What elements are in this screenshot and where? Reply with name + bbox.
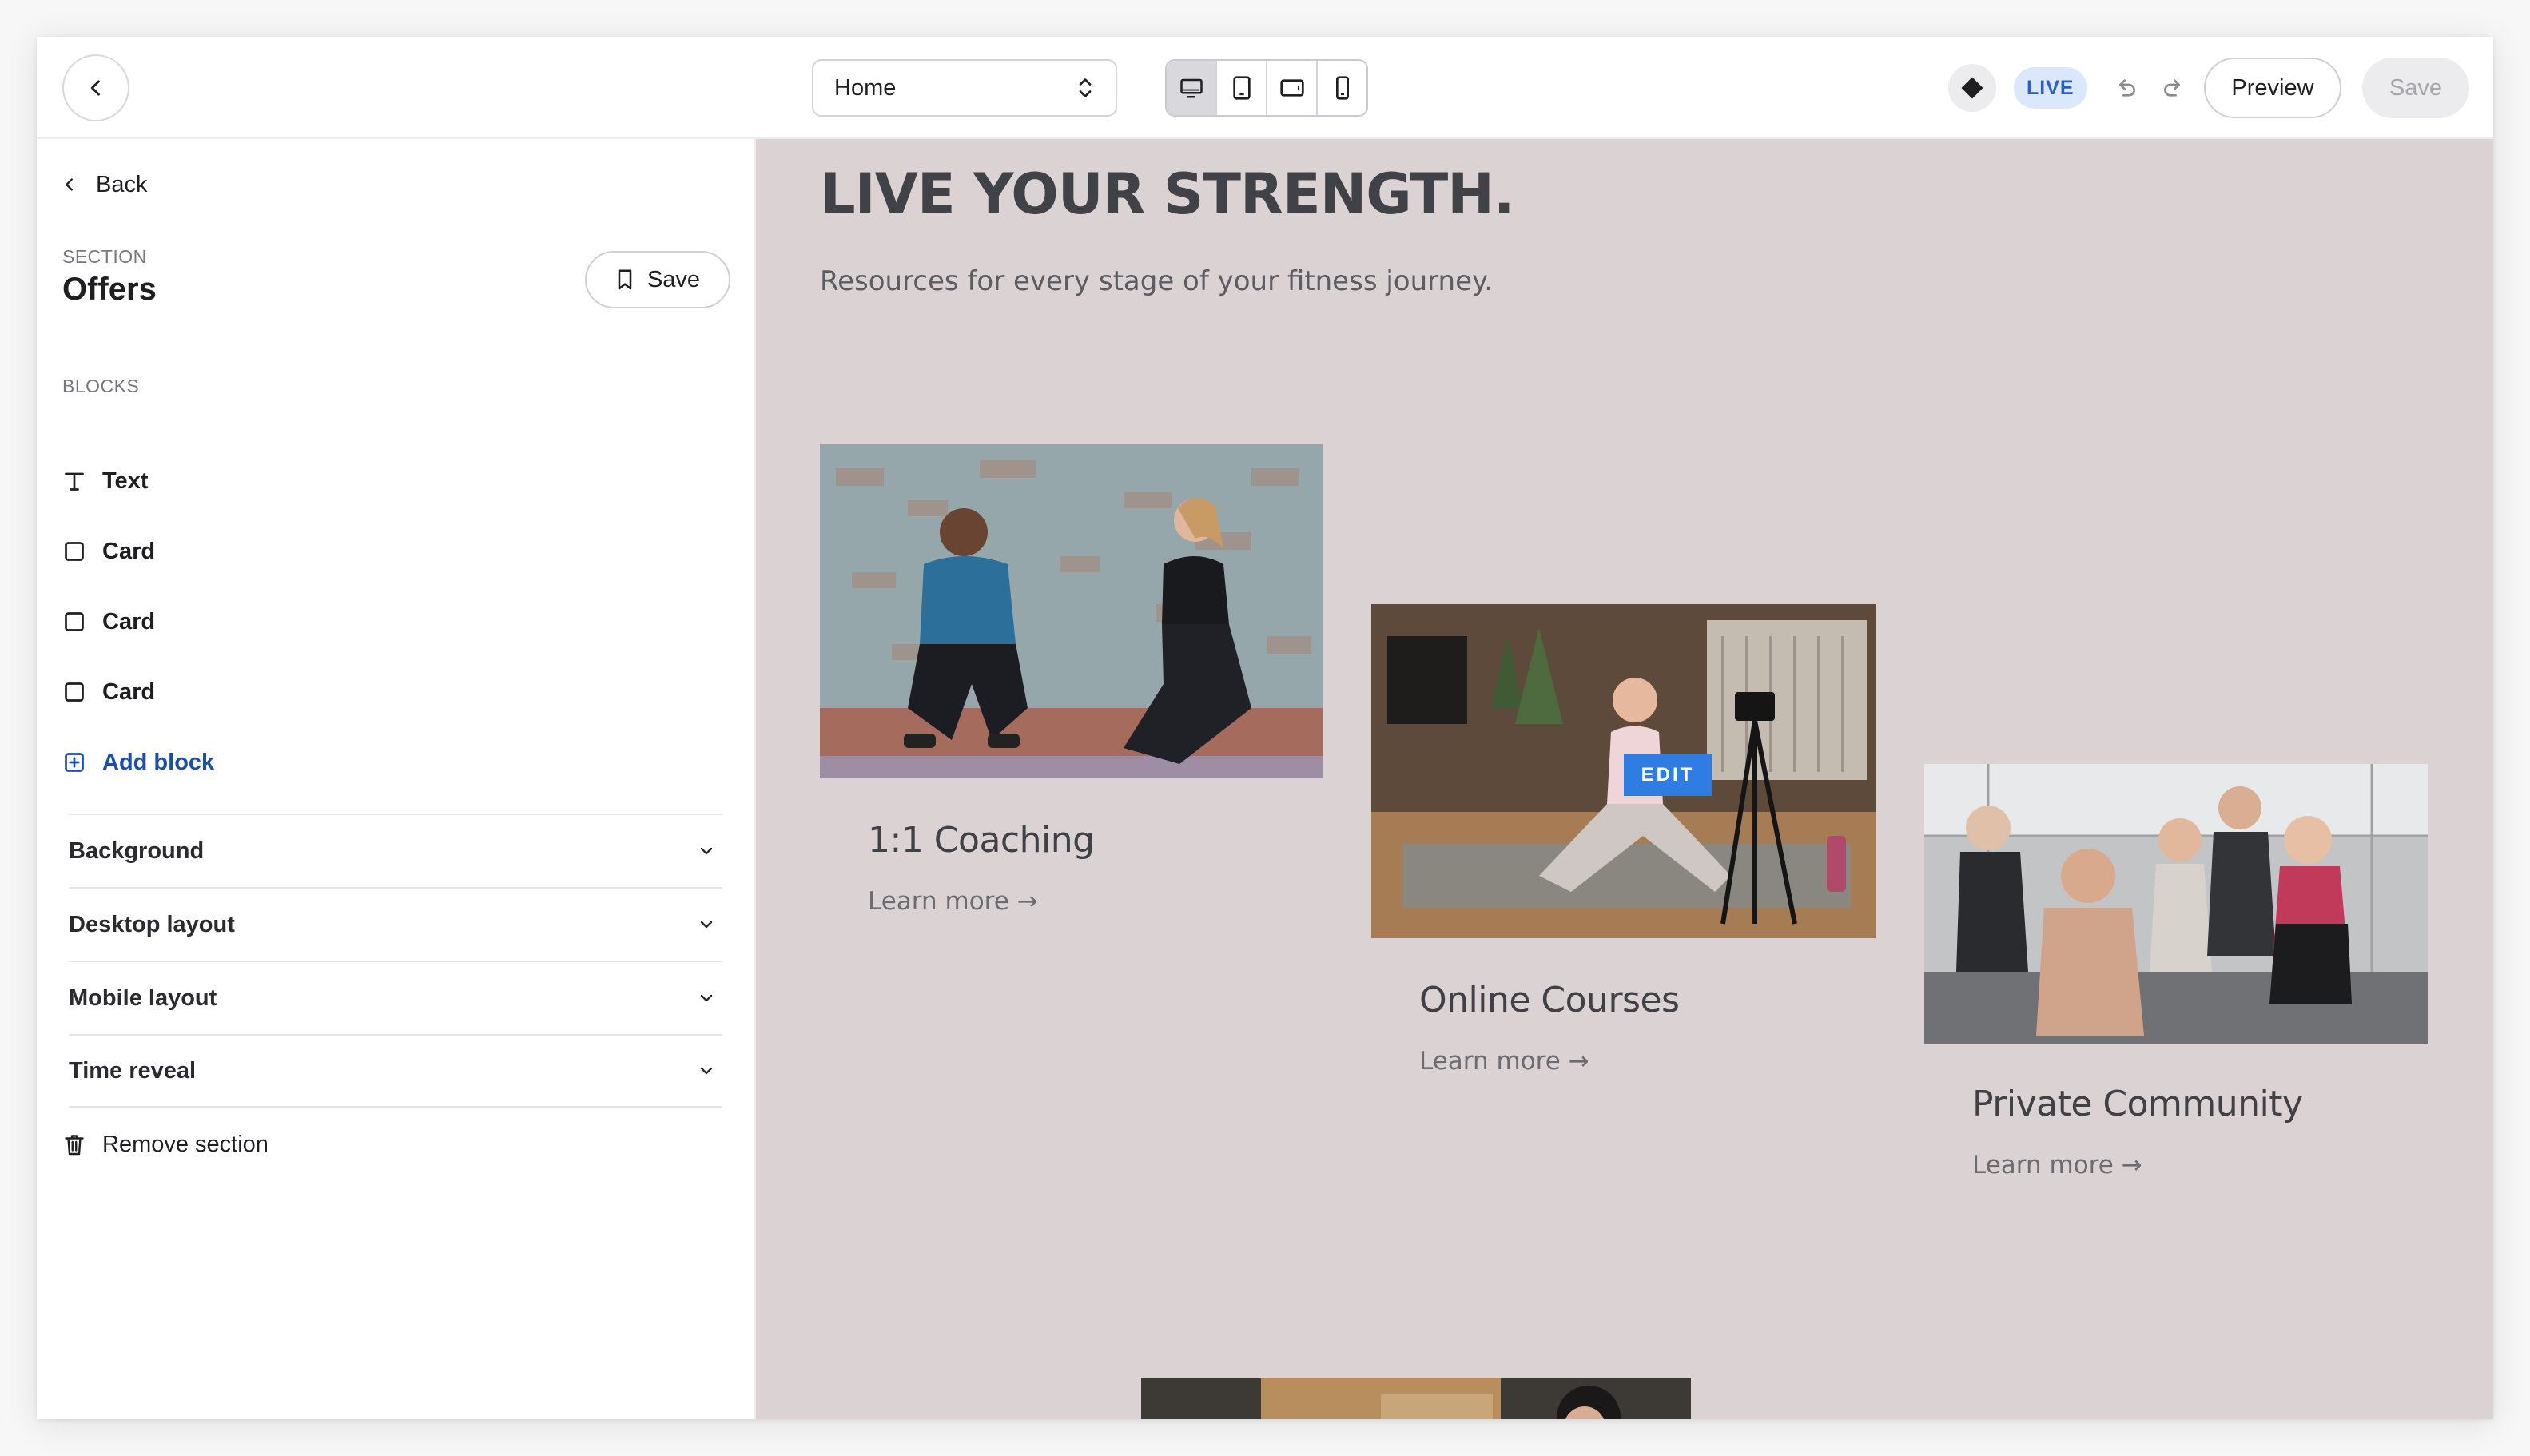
- accordion-mobile-layout[interactable]: Mobile layout: [69, 961, 722, 1034]
- card-title[interactable]: Private Community: [1972, 1084, 2303, 1124]
- save-button[interactable]: Save: [2362, 58, 2469, 118]
- card-learn-more-link[interactable]: Learn more →: [1972, 1151, 2142, 1180]
- card-title[interactable]: 1:1 Coaching: [868, 820, 1095, 861]
- chevron-left-icon: [66, 178, 73, 191]
- text-type-icon: [65, 472, 84, 491]
- chevron-down-icon: [700, 1067, 713, 1075]
- block-item-label: Card: [102, 538, 156, 564]
- accordion-label: Background: [69, 837, 205, 864]
- accordion-desktop-layout[interactable]: Desktop layout: [69, 887, 722, 961]
- remove-section-label: Remove section: [102, 1131, 269, 1157]
- card-title[interactable]: Online Courses: [1419, 980, 1680, 1020]
- chevron-left-icon: [90, 80, 100, 96]
- accordion-time-reveal[interactable]: Time reveal: [69, 1034, 722, 1108]
- back-link[interactable]: Back: [61, 166, 147, 203]
- block-item-label: Card: [102, 678, 156, 705]
- block-item-card[interactable]: Card: [62, 671, 155, 713]
- page-select[interactable]: Home: [812, 59, 1117, 117]
- bookmark-icon: [618, 269, 632, 290]
- section-title: Offers: [62, 272, 157, 307]
- back-label: Back: [96, 171, 148, 197]
- tablet-portrait-view-button[interactable]: [1217, 61, 1267, 115]
- accordion-label: Time reveal: [69, 1057, 197, 1084]
- tablet-landscape-view-button[interactable]: [1267, 61, 1318, 115]
- coaching-photo: [820, 444, 1323, 778]
- exit-editor-button[interactable]: [62, 54, 129, 121]
- chevron-down-icon: [700, 994, 713, 1002]
- community-photo: [1924, 764, 2428, 1044]
- card-image-private-community[interactable]: [1924, 764, 2428, 1044]
- add-block-label: Add block: [102, 749, 215, 775]
- card-learn-more-link[interactable]: Learn more →: [868, 887, 1038, 916]
- redo-button[interactable]: [2156, 70, 2191, 105]
- blocks-kicker: BLOCKS: [62, 376, 140, 396]
- block-item-label: Card: [102, 608, 156, 635]
- tablet-icon: [1232, 76, 1251, 100]
- top-toolbar: Home LIVE Preview Save: [37, 37, 2493, 139]
- undo-icon: [2119, 79, 2135, 97]
- undo-button[interactable]: [2108, 70, 2143, 105]
- redo-icon: [2164, 79, 2180, 97]
- section-settings-panel: Back SECTION Offers Save BLOCKS Text Car…: [37, 139, 756, 1419]
- hero-subtitle[interactable]: Resources for every stage of your fitnes…: [820, 265, 1493, 297]
- desktop-view-button[interactable]: [1167, 61, 1217, 115]
- block-item-card[interactable]: Card: [62, 601, 155, 642]
- accordion-background[interactable]: Background: [69, 814, 722, 887]
- plus-square-icon: [65, 753, 84, 772]
- edit-block-badge[interactable]: EDIT: [1624, 754, 1712, 796]
- accordion-label: Mobile layout: [69, 985, 217, 1011]
- section-kicker: SECTION: [62, 246, 147, 267]
- trash-icon: [65, 1135, 84, 1156]
- preview-button[interactable]: Preview: [2204, 58, 2341, 118]
- desktop-icon: [1179, 78, 1203, 98]
- block-item-card[interactable]: Card: [62, 531, 155, 572]
- chevron-down-icon: [700, 921, 713, 929]
- mobile-view-button[interactable]: [1318, 61, 1366, 115]
- chevron-updown-icon: [1079, 78, 1092, 97]
- mobile-icon: [1335, 76, 1349, 100]
- live-status-badge: LIVE: [2014, 67, 2087, 109]
- remove-section-button[interactable]: Remove section: [62, 1124, 269, 1165]
- add-block-button[interactable]: Add block: [62, 742, 214, 783]
- next-section-photo: [1141, 1378, 1691, 1419]
- save-section-label: Save: [646, 266, 701, 292]
- block-item-label: Text: [102, 467, 149, 494]
- next-section-image[interactable]: [1141, 1378, 1691, 1419]
- hero-title[interactable]: LIVE YOUR STRENGTH.: [820, 161, 1514, 227]
- chevron-down-icon: [700, 847, 713, 855]
- square-icon: [65, 682, 84, 702]
- square-icon: [65, 612, 84, 631]
- editor-window: Home LIVE Preview Save Back SECTION Offe…: [37, 37, 2493, 1419]
- page-select-value: Home: [834, 74, 897, 101]
- save-section-button[interactable]: Save: [585, 251, 730, 308]
- device-switcher: [1165, 59, 1368, 117]
- diamond-icon: [1961, 77, 1983, 99]
- card-image-coaching[interactable]: [820, 444, 1323, 778]
- theme-styles-button[interactable]: [1948, 64, 1996, 112]
- square-icon: [65, 542, 84, 561]
- block-item-text[interactable]: Text: [62, 460, 148, 502]
- accordion-label: Desktop layout: [69, 911, 235, 937]
- card-learn-more-link[interactable]: Learn more →: [1419, 1047, 1589, 1076]
- page-preview-canvas: LIVE YOUR STRENGTH. Resources for every …: [756, 139, 2493, 1419]
- tablet-landscape-icon: [1279, 79, 1304, 97]
